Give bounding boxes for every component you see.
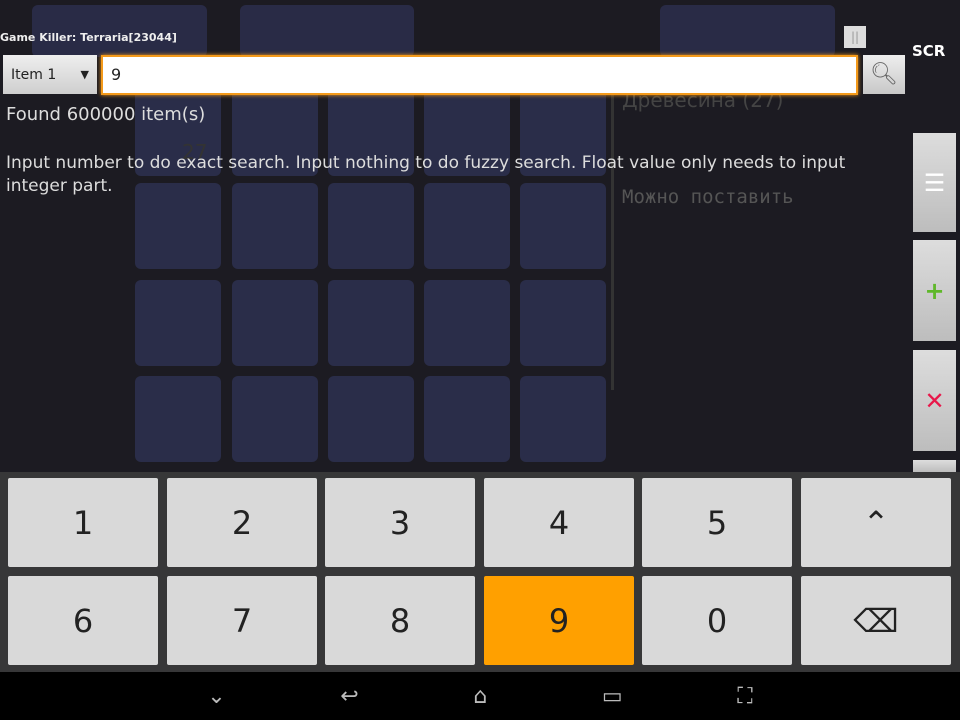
game-slot [328, 280, 414, 366]
search-button[interactable]: 🔍︎ [863, 55, 905, 94]
add-button[interactable]: + [913, 240, 956, 341]
divider [611, 90, 614, 390]
key-6[interactable]: 6 [8, 576, 158, 665]
home-icon[interactable]: ⌂ [473, 684, 487, 709]
game-slot [424, 376, 510, 462]
shift-key[interactable]: ⌃ [801, 478, 951, 567]
chevron-down-icon: ▼ [80, 68, 89, 81]
search-input[interactable]: 9 [101, 55, 858, 95]
recent-apps-icon[interactable]: ▭ [602, 684, 623, 709]
key-1[interactable]: 1 [8, 478, 158, 567]
game-slot [328, 376, 414, 462]
search-icon: 🔍︎ [870, 62, 898, 87]
game-slot [660, 5, 835, 57]
game-slot [232, 376, 318, 462]
found-count: Found 600000 item(s) [6, 104, 206, 125]
close-icon: ✕ [924, 386, 945, 415]
back-icon[interactable]: ↩ [340, 684, 358, 709]
navigation-bar: ⌄ ↩ ⌂ ▭ ⛶ [0, 672, 960, 720]
scr-button[interactable]: SCR [912, 42, 945, 60]
key-2[interactable]: 2 [167, 478, 317, 567]
game-slot [232, 280, 318, 366]
key-0[interactable]: 0 [642, 576, 792, 665]
key-3[interactable]: 3 [325, 478, 475, 567]
key-9[interactable]: 9 [484, 576, 634, 665]
key-7[interactable]: 7 [167, 576, 317, 665]
list-button[interactable]: ☰ [913, 133, 956, 232]
game-slot [135, 280, 221, 366]
screenshot-icon[interactable]: ⛶ [737, 684, 752, 709]
game-slot [520, 376, 606, 462]
delete-button[interactable]: ✕ [913, 350, 956, 451]
pause-icon[interactable]: || [844, 26, 866, 48]
backspace-key[interactable]: ⌫ [801, 576, 951, 665]
key-4[interactable]: 4 [484, 478, 634, 567]
plus-icon: + [924, 276, 945, 305]
game-slot [240, 5, 414, 57]
hide-keyboard-icon[interactable]: ⌄ [207, 684, 225, 709]
key-5[interactable]: 5 [642, 478, 792, 567]
game-slot [424, 280, 510, 366]
key-8[interactable]: 8 [325, 576, 475, 665]
side-button[interactable] [913, 460, 956, 472]
app-title: Game Killer: Terraria[23044] [0, 31, 177, 44]
game-slot [135, 376, 221, 462]
item-select[interactable]: Item 1 ▼ [3, 55, 97, 94]
item-select-label: Item 1 [11, 66, 57, 83]
game-slot [520, 280, 606, 366]
list-icon: ☰ [923, 168, 946, 197]
search-hint: Input number to do exact search. Input n… [6, 153, 846, 196]
